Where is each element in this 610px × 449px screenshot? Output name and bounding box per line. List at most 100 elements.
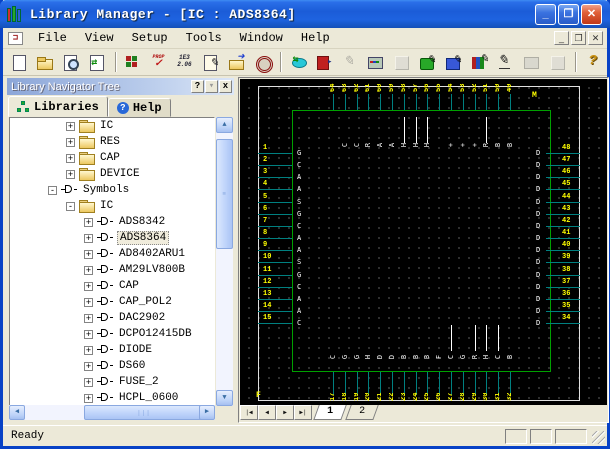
pin-number[interactable]: 11 bbox=[263, 266, 271, 274]
tree-toggle[interactable]: + bbox=[84, 393, 93, 403]
tree-toggle[interactable]: + bbox=[84, 217, 93, 227]
schematic-canvas[interactable]: M F 1 G 2 C 3 A 4 A 5 S 6 G 7 C 8 A 9 A 10 S 11 G 12 C 13 A 14 A 15 C… bbox=[240, 79, 607, 407]
tree-item-device[interactable]: + DEVICE bbox=[10, 166, 214, 182]
menu-item-view[interactable]: View bbox=[76, 29, 123, 47]
pin-number[interactable]: 45 bbox=[562, 181, 570, 188]
tree-toggle[interactable]: + bbox=[84, 345, 93, 355]
tree-item-cap[interactable]: + CAP bbox=[10, 150, 214, 166]
pin-number[interactable]: 15 bbox=[263, 315, 271, 322]
panel-close-button[interactable]: x bbox=[219, 80, 232, 93]
tree-toggle[interactable]: + bbox=[84, 297, 93, 307]
pin-number[interactable]: 43 bbox=[562, 205, 570, 213]
pin-number[interactable]: 60 bbox=[377, 82, 385, 92]
pin-number[interactable]: 57 bbox=[413, 82, 421, 92]
tree-item-fuse_2[interactable]: + FUSE_2 bbox=[10, 374, 214, 390]
pin-number[interactable]: 22 bbox=[389, 391, 397, 401]
pin-number[interactable]: 55 bbox=[436, 82, 444, 92]
chip-analysis-button[interactable] bbox=[364, 51, 388, 73]
close-button[interactable]: ✕ bbox=[581, 4, 602, 25]
help-button[interactable] bbox=[581, 51, 605, 73]
pin-number[interactable]: 3 bbox=[263, 169, 267, 176]
mdi-child-icon[interactable]: ⊐ bbox=[8, 31, 23, 45]
menu-item-tools[interactable]: Tools bbox=[177, 29, 231, 47]
tree-item-symbols[interactable]: - Symbols bbox=[10, 182, 214, 198]
tree-item-cap[interactable]: + CAP bbox=[10, 278, 214, 294]
eco-update-button[interactable] bbox=[286, 51, 310, 73]
pin-number[interactable]: 56 bbox=[424, 82, 432, 92]
tree-toggle[interactable]: + bbox=[84, 265, 93, 275]
next-sheet-button[interactable]: ▶ bbox=[276, 405, 294, 420]
pin-number[interactable]: 6 bbox=[263, 205, 267, 213]
tree-toggle[interactable]: + bbox=[84, 361, 93, 371]
edit-pcb-decal-button[interactable] bbox=[442, 51, 466, 73]
pin-number[interactable]: 18 bbox=[342, 391, 350, 401]
pin-number[interactable]: 48 bbox=[562, 145, 570, 152]
pin-number[interactable]: 37 bbox=[562, 278, 570, 286]
report-export-button[interactable] bbox=[312, 51, 336, 73]
pin-number[interactable]: 21 bbox=[377, 391, 385, 401]
pin-number[interactable]: 38 bbox=[562, 266, 570, 274]
pin-number[interactable]: 54 bbox=[448, 82, 456, 92]
last-sheet-button[interactable]: ▶| bbox=[294, 405, 312, 420]
pin-number[interactable]: 49 bbox=[507, 82, 515, 92]
tab-help[interactable]: ? Help bbox=[107, 98, 171, 117]
tree-toggle[interactable]: + bbox=[66, 121, 75, 131]
pin-number[interactable]: 59 bbox=[389, 82, 397, 92]
wheel-part-button[interactable] bbox=[250, 51, 274, 73]
pin-number[interactable]: 14 bbox=[263, 302, 271, 310]
pin-number[interactable]: 34 bbox=[562, 315, 570, 322]
pin-number[interactable]: 28 bbox=[460, 391, 468, 401]
pin-number[interactable]: 64 bbox=[330, 82, 338, 92]
pin-number[interactable]: 31 bbox=[495, 391, 503, 401]
scroll-right-arrow[interactable]: ▶ bbox=[199, 405, 215, 420]
menu-item-setup[interactable]: Setup bbox=[123, 29, 177, 47]
pin-number[interactable]: 35 bbox=[562, 302, 570, 310]
pin-number[interactable]: 51 bbox=[483, 82, 491, 92]
panel-title-bar[interactable]: Library Navigator Tree ? ▾ x bbox=[7, 78, 234, 95]
update-library-button[interactable] bbox=[85, 51, 109, 73]
tree-toggle[interactable]: + bbox=[84, 377, 93, 387]
pin-number[interactable]: 53 bbox=[460, 82, 468, 92]
tree-toggle[interactable]: + bbox=[66, 169, 75, 179]
pin-number[interactable]: 63 bbox=[342, 82, 350, 92]
first-sheet-button[interactable]: |◀ bbox=[240, 405, 258, 420]
pin-number[interactable]: 4 bbox=[263, 181, 267, 188]
tree-item-ad8402aru1[interactable]: + AD8402ARU1 bbox=[10, 246, 214, 262]
edit-part-type-button[interactable] bbox=[467, 51, 491, 73]
pin-number[interactable]: 20 bbox=[365, 391, 373, 401]
tree-item-ic[interactable]: - IC bbox=[10, 198, 214, 214]
maximize-button[interactable]: ❐ bbox=[558, 4, 579, 25]
value-display-button[interactable]: 1E3 2.06 bbox=[172, 51, 196, 73]
mdi-restore-button[interactable]: ❐ bbox=[571, 31, 586, 45]
tree-item-res[interactable]: + RES bbox=[10, 134, 214, 150]
tree-toggle[interactable]: + bbox=[84, 329, 93, 339]
pin-number[interactable]: 24 bbox=[413, 391, 421, 401]
library-blocks-button[interactable] bbox=[121, 51, 145, 73]
tree-item-dac2902[interactable]: + DAC2902 bbox=[10, 310, 214, 326]
open-library-button[interactable] bbox=[33, 51, 57, 73]
pin-number[interactable]: 50 bbox=[495, 82, 503, 92]
pin-number[interactable]: 8 bbox=[263, 230, 267, 237]
mdi-minimize-button[interactable]: _ bbox=[554, 31, 569, 45]
tree-item-hcpl_0600[interactable]: + HCPL_0600 bbox=[10, 390, 214, 405]
tree-item-dcpo12415db[interactable]: + DCPO12415DB bbox=[10, 326, 214, 342]
pin-number[interactable]: 27 bbox=[448, 391, 456, 401]
pin-number[interactable]: 1 bbox=[263, 145, 267, 152]
tree-horizontal-scrollbar[interactable]: ◀ ||| ▶ bbox=[9, 405, 215, 420]
pin-number[interactable]: 36 bbox=[562, 290, 570, 298]
new-document-button[interactable] bbox=[7, 51, 31, 73]
pin-number[interactable]: 26 bbox=[436, 391, 444, 401]
scroll-down-arrow[interactable]: ▼ bbox=[216, 390, 233, 406]
edit-signature-button[interactable] bbox=[493, 51, 517, 73]
pin-number[interactable]: 30 bbox=[483, 391, 491, 401]
pin-number[interactable]: 13 bbox=[263, 290, 271, 298]
tree-item-ic[interactable]: + IC bbox=[10, 118, 214, 134]
pin-number[interactable]: 61 bbox=[365, 82, 373, 92]
menu-item-help[interactable]: Help bbox=[292, 29, 339, 47]
tree-toggle[interactable]: - bbox=[66, 201, 75, 211]
panel-pin-button[interactable]: ▾ bbox=[205, 80, 218, 93]
tab-libraries[interactable]: Libraries bbox=[8, 96, 108, 117]
sheet-tab-1[interactable]: 1 bbox=[313, 405, 347, 420]
scroll-up-arrow[interactable]: ▲ bbox=[216, 117, 233, 133]
pin-number[interactable]: 44 bbox=[562, 193, 570, 201]
